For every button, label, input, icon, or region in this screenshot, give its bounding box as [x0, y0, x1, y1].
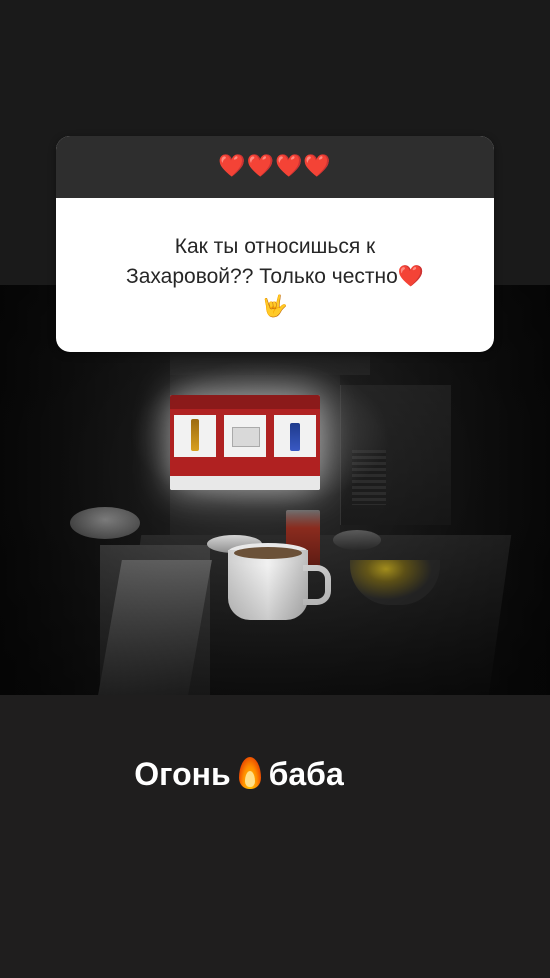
answer-word-2: баба — [268, 756, 344, 792]
answer-word-1: Огонь — [134, 756, 231, 792]
question-line-2: Захаровой?? Только честно — [126, 265, 398, 288]
bottom-background — [0, 695, 550, 978]
question-sticker[interactable]: ❤️❤️❤️❤️ Как ты относишься к Захаровой??… — [56, 136, 494, 352]
story-frame: ❤️❤️❤️❤️ Как ты относишься к Захаровой??… — [0, 0, 550, 978]
answer-text: Огонь баба — [0, 752, 514, 796]
heart-emoji: ❤️ — [397, 265, 424, 288]
rock-hand-emoji: 🤟 — [261, 295, 289, 318]
fire-icon — [237, 755, 263, 791]
hearts-emoji: ❤️❤️❤️❤️ — [218, 153, 332, 178]
question-sticker-header: ❤️❤️❤️❤️ — [56, 136, 494, 198]
question-line-1: Как ты относишься к — [174, 235, 376, 258]
question-text: Как ты относишься к Захаровой?? Только ч… — [74, 232, 476, 322]
